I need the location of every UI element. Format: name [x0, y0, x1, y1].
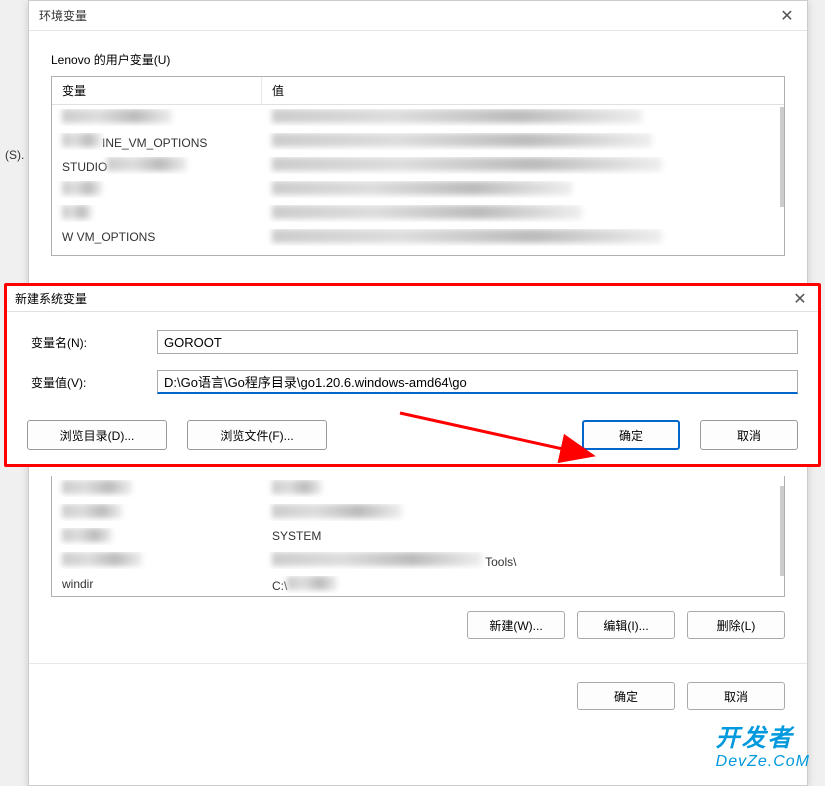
nv-titlebar[interactable]: 新建系统变量 ✕ [7, 286, 818, 312]
table-row[interactable] [52, 500, 784, 524]
delete-button[interactable]: 删除(L) [687, 611, 785, 639]
table-row[interactable]: SYSTEM [52, 524, 784, 548]
close-icon[interactable]: ✕ [790, 289, 810, 309]
table-row[interactable] [52, 177, 784, 201]
new-system-var-dialog: 新建系统变量 ✕ 变量名(N): 变量值(V): 浏览目录(D)... 浏览文件… [4, 283, 821, 467]
edit-button[interactable]: 编辑(I)... [577, 611, 675, 639]
scrollbar[interactable] [780, 107, 784, 207]
table-row[interactable]: INE_VM_OPTIONS [52, 129, 784, 153]
var-value-input[interactable] [157, 370, 798, 394]
main-title: 环境变量 [39, 7, 87, 24]
var-name-input[interactable] [157, 330, 798, 354]
table-row[interactable] [52, 201, 784, 225]
var-value-label: 变量值(V): [27, 374, 157, 391]
cancel-button[interactable]: 取消 [700, 420, 798, 450]
cancel-button[interactable]: 取消 [687, 682, 785, 710]
table-row[interactable] [52, 105, 784, 129]
close-icon[interactable]: ✕ [777, 6, 797, 26]
table-row[interactable]: STUDIO [52, 153, 784, 177]
user-vars-list[interactable]: 变量 值 INE_VM_OPTIONS STUDIO [51, 76, 785, 256]
new-button[interactable]: 新建(W)... [467, 611, 565, 639]
main-dialog-buttons: 确定 取消 [29, 663, 807, 724]
system-vars-list[interactable]: SYSTEM Tools\ windir C:\ [51, 476, 785, 597]
user-vars-section-label: Lenovo 的用户变量(U) [29, 31, 807, 76]
table-row[interactable]: windir C:\ [52, 572, 784, 596]
ok-button[interactable]: 确定 [577, 682, 675, 710]
nv-title: 新建系统变量 [15, 290, 87, 307]
var-name-label: 变量名(N): [27, 334, 157, 351]
col-header-value[interactable]: 值 [262, 77, 784, 104]
system-vars-buttons: 新建(W)... 编辑(I)... 删除(L) [29, 597, 807, 653]
scrollbar[interactable] [780, 486, 784, 576]
browse-file-button[interactable]: 浏览文件(F)... [187, 420, 327, 450]
ok-button[interactable]: 确定 [582, 420, 680, 450]
left-edge-text: (S). [5, 148, 24, 162]
list-header: 变量 值 [52, 77, 784, 105]
table-row[interactable] [52, 476, 784, 500]
table-row[interactable]: W VM_OPTIONS [52, 225, 784, 249]
table-row[interactable]: Tools\ [52, 548, 784, 572]
browse-dir-button[interactable]: 浏览目录(D)... [27, 420, 167, 450]
col-header-variable[interactable]: 变量 [52, 77, 262, 104]
main-titlebar[interactable]: 环境变量 ✕ [29, 1, 807, 31]
